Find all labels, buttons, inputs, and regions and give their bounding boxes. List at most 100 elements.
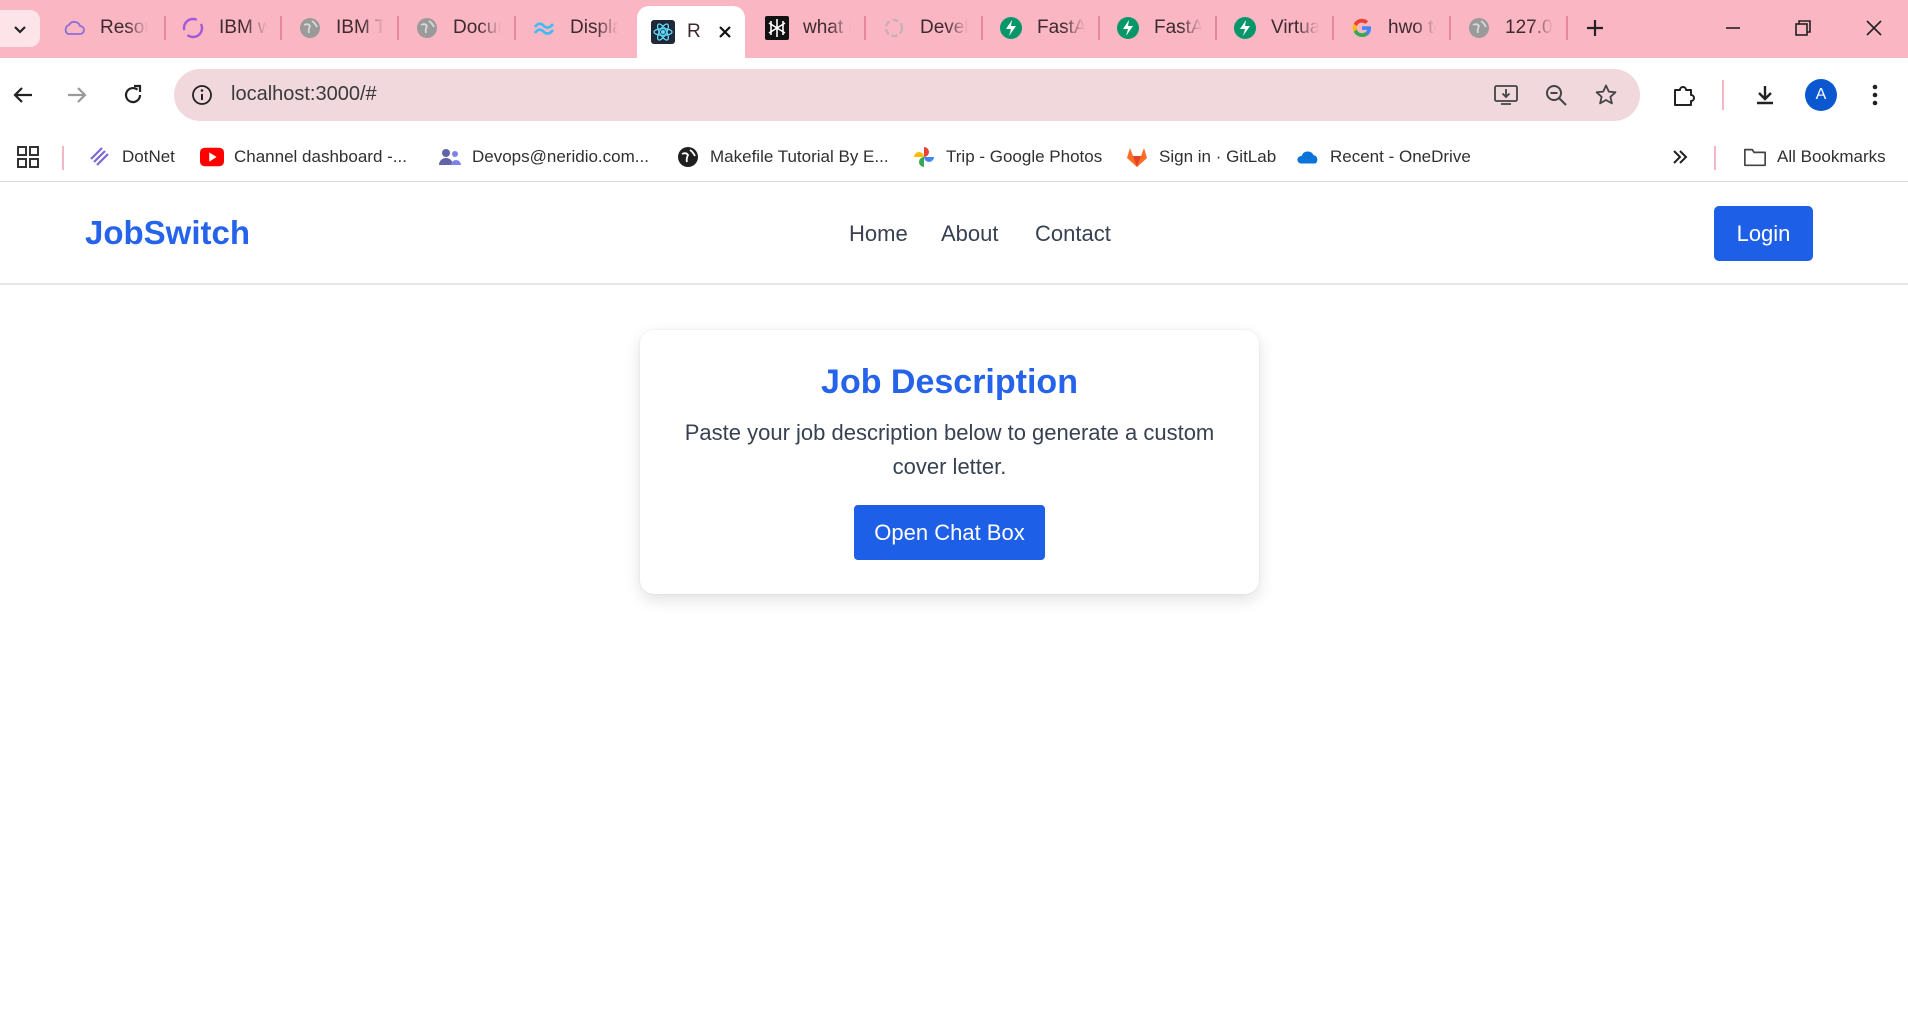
restore-icon [1795, 20, 1811, 36]
reload-button[interactable] [113, 75, 153, 115]
login-button[interactable]: Login [1714, 206, 1813, 261]
tab-resources[interactable]: Resources [48, 8, 163, 48]
tab-ibm-watsonx[interactable]: IBM watsonx [167, 8, 279, 48]
profile-avatar[interactable]: A [1805, 79, 1837, 111]
teams-icon [438, 145, 462, 169]
install-app-button[interactable] [1490, 79, 1522, 111]
tab-divider [981, 16, 983, 40]
reload-icon [124, 84, 142, 104]
bookmark-devops[interactable]: Devops@neridio.com... [438, 142, 649, 172]
arrow-right-icon [68, 87, 87, 103]
tab-google-search[interactable]: hwo to [1336, 8, 1448, 48]
bookmark-label: DotNet [122, 147, 175, 166]
tab-divider [514, 16, 516, 40]
zoom-button[interactable] [1540, 79, 1572, 111]
double-chevron-right-icon [1673, 150, 1688, 164]
downloads-button[interactable] [1745, 75, 1785, 115]
tab-virtual[interactable]: Virtual [1219, 8, 1331, 48]
tab-divider [1098, 16, 1100, 40]
plus-icon [1587, 20, 1603, 36]
site-navbar: JobSwitch Home About Contact Login [0, 183, 1908, 285]
more-bookmarks-button[interactable] [1670, 142, 1690, 172]
open-chat-box-button[interactable]: Open Chat Box [854, 505, 1045, 560]
tab-title: Virtual [1271, 17, 1319, 38]
bookmark-makefile-tutorial[interactable]: Makefile Tutorial By E... [676, 142, 889, 172]
bookmark-label: Trip - Google Photos [946, 147, 1103, 166]
tab-fastapi-2[interactable]: FastAPI [1102, 8, 1214, 48]
tailwind-icon [532, 16, 556, 40]
job-description-card: Job Description Paste your job descripti… [640, 330, 1259, 594]
tab-divider [397, 16, 399, 40]
fastapi-icon [1116, 16, 1140, 40]
tab-divider [1449, 16, 1451, 40]
forward-button[interactable] [57, 75, 97, 115]
tab-developer[interactable]: Developer [868, 8, 980, 48]
dotnet-icon [88, 145, 112, 169]
nav-about[interactable]: About [941, 221, 999, 247]
bookmarks-bar: DotNet Channel dashboard -... Devops@ner… [0, 132, 1908, 182]
bookmark-dotnet[interactable]: DotNet [88, 142, 175, 172]
tab-title: Resources [100, 17, 148, 38]
tab-documentation[interactable]: Documentation [401, 8, 513, 48]
tab-title: FastAPI [1154, 17, 1202, 38]
install-icon [1494, 85, 1518, 105]
tab-title: Display [570, 17, 618, 38]
browser-menu-button[interactable] [1855, 75, 1895, 115]
fastapi-icon [999, 16, 1023, 40]
apps-button[interactable] [16, 142, 40, 172]
tab-fastapi-1[interactable]: FastAPI [985, 8, 1097, 48]
tab-divider [864, 16, 866, 40]
bookmark-gitlab[interactable]: Sign in · GitLab [1125, 142, 1276, 172]
tab-search-button[interactable] [0, 10, 40, 47]
new-tab-button[interactable] [1572, 10, 1618, 46]
react-icon [651, 20, 675, 44]
nav-home[interactable]: Home [849, 221, 908, 247]
bookmark-divider [62, 146, 64, 170]
minimize-icon [1726, 27, 1740, 29]
tab-what-is[interactable]: what is [751, 8, 863, 48]
chevron-down-icon [14, 25, 26, 34]
bookmark-google-photos[interactable]: Trip - Google Photos [912, 142, 1102, 172]
close-window-button[interactable] [1851, 10, 1897, 46]
address-bar[interactable]: localhost:3000/# [174, 69, 1640, 121]
tab-ibm-tutorial[interactable]: IBM Tutorial [284, 8, 396, 48]
more-vert-icon [1872, 84, 1878, 106]
tab-display[interactable]: Display [518, 8, 630, 48]
site-info-button[interactable] [184, 77, 220, 113]
tab-title: what is [803, 17, 851, 38]
toolbar-divider [1722, 80, 1724, 110]
tab-title: hwo to [1388, 17, 1436, 38]
extensions-button[interactable] [1664, 75, 1704, 115]
tab-react-active[interactable]: R [637, 6, 745, 58]
info-icon [192, 85, 212, 105]
site-logo[interactable]: JobSwitch [85, 214, 250, 252]
bookmark-star-button[interactable] [1590, 79, 1622, 111]
restore-button[interactable] [1780, 10, 1826, 46]
tab-title: 127.0.0.1 [1505, 17, 1553, 38]
fastapi-icon [1233, 16, 1257, 40]
gitlab-icon [1125, 145, 1149, 169]
cloud-icon [62, 16, 86, 40]
close-tab-button[interactable] [717, 24, 733, 40]
close-icon [719, 26, 731, 38]
globe-icon [415, 16, 439, 40]
bookmark-channel-dashboard[interactable]: Channel dashboard -... [200, 142, 407, 172]
bookmark-onedrive[interactable]: Recent - OneDrive [1296, 142, 1471, 172]
url-text[interactable]: localhost:3000/# [231, 83, 377, 106]
bookmark-divider [1714, 146, 1716, 170]
bookmark-label: Recent - OneDrive [1330, 147, 1471, 166]
tab-localhost[interactable]: 127.0.0.1 [1453, 8, 1565, 48]
globe-icon [298, 16, 322, 40]
tab-title: R [687, 21, 701, 42]
bookmark-label: Channel dashboard -... [234, 147, 407, 166]
minimize-button[interactable] [1710, 10, 1756, 46]
back-button[interactable] [3, 75, 43, 115]
zoom-out-icon [1546, 85, 1567, 106]
nav-contact[interactable]: Contact [1035, 221, 1111, 247]
tab-divider [1215, 16, 1217, 40]
puzzle-icon [1674, 86, 1695, 106]
browser-toolbar: localhost:3000/# A [0, 58, 1908, 132]
tab-title: IBM Tutorial [336, 17, 384, 38]
all-bookmarks-button[interactable]: All Bookmarks [1743, 142, 1886, 172]
bookmark-label: Makefile Tutorial By E... [710, 147, 889, 166]
